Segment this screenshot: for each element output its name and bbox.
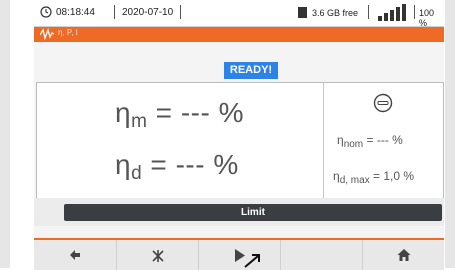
screen: 08:18:44 2020-07-10 3.6 GB free 100 % η,… <box>34 0 444 268</box>
back-arrow-icon <box>70 250 80 260</box>
measurement-panel: ηm = --- % ηd = --- % ηnom = --- % ηd, m… <box>36 82 444 200</box>
status-separator <box>368 5 369 19</box>
bezel-right <box>445 0 455 268</box>
tools-icon <box>152 250 164 262</box>
eta-d-readout: ηd = --- % <box>115 149 239 184</box>
status-separator <box>114 5 115 19</box>
efficiency-gauge-icon <box>373 93 393 113</box>
status-separator <box>180 5 181 19</box>
ready-badge: READY! <box>224 62 278 79</box>
home-button[interactable] <box>362 240 445 270</box>
start-button[interactable] <box>198 240 281 270</box>
mode-label: η, P, I <box>58 28 78 37</box>
status-separator <box>414 5 415 19</box>
mode-bar: η, P, I <box>34 27 444 42</box>
status-bar: 08:18:44 2020-07-10 3.6 GB free 100 % <box>34 0 444 28</box>
waveform-icon <box>40 28 54 40</box>
settings-button[interactable] <box>116 240 199 270</box>
status-free-space: 3.6 GB free <box>312 8 359 18</box>
bezel-left <box>0 0 10 268</box>
clock-icon <box>40 6 52 18</box>
mouse-cursor-icon <box>244 254 260 268</box>
home-icon <box>397 249 411 261</box>
eta-nom-readout: ηnom = --- % <box>337 133 403 150</box>
sd-card-icon <box>298 7 307 18</box>
status-date: 2020-07-10 <box>122 7 174 18</box>
empty-toolbar-button[interactable] <box>280 240 363 270</box>
battery-level: 100 % <box>419 8 435 28</box>
status-time: 08:18:44 <box>56 7 95 18</box>
signal-bars-icon <box>378 4 406 21</box>
eta-dmax-readout: ηd, max = 1,0 % <box>333 169 415 186</box>
limit-button[interactable]: Limit <box>64 204 442 221</box>
eta-m-readout: ηm = --- % <box>115 97 244 132</box>
device-frame: 08:18:44 2020-07-10 3.6 GB free 100 % η,… <box>0 0 455 270</box>
back-button[interactable] <box>34 240 116 270</box>
bottom-toolbar <box>34 238 444 270</box>
panel-divider <box>323 83 324 199</box>
